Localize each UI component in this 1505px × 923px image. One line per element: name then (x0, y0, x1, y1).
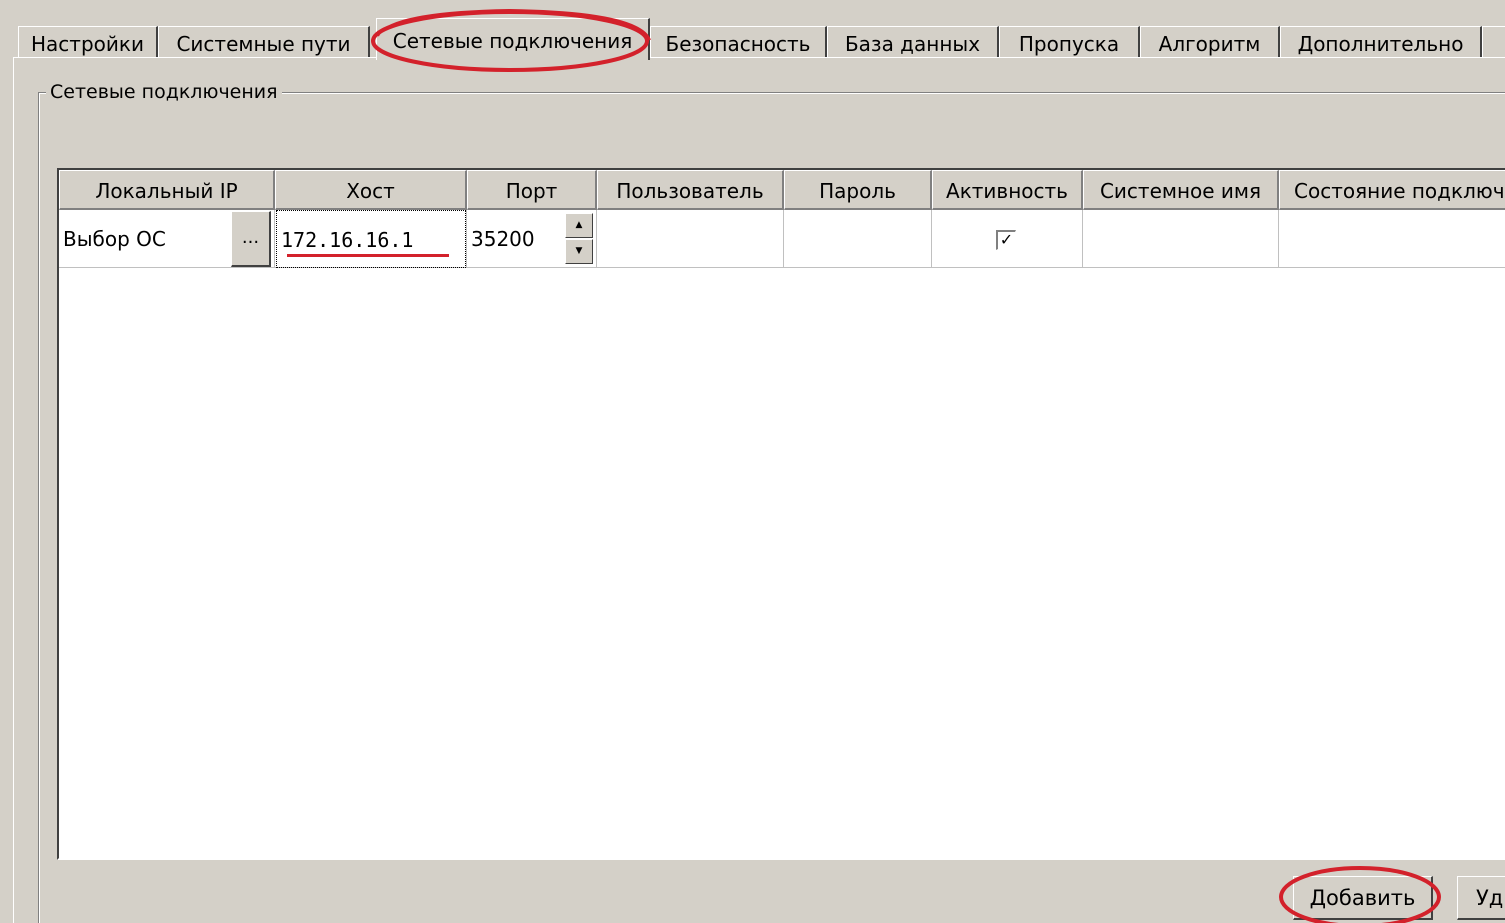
column-header-user[interactable]: Пользователь (597, 170, 784, 210)
delete-button[interactable]: Уд (1457, 876, 1505, 920)
port-value: 35200 (471, 227, 535, 251)
column-header-connection-state[interactable]: Состояние подключе (1279, 170, 1505, 210)
local-ip-browse-button[interactable]: ... (231, 211, 271, 267)
host-input[interactable]: 172.16.16.1 (276, 210, 466, 268)
tab-algorithm[interactable]: Алгоритм (1140, 26, 1280, 58)
cell-system-name[interactable] (1083, 210, 1279, 268)
add-button[interactable]: Добавить (1293, 876, 1433, 920)
tab-strip-baseline (13, 57, 1505, 58)
spin-down-arrow-icon[interactable]: ▼ (565, 239, 593, 264)
column-header-local-ip[interactable]: Локальный IP (59, 170, 275, 210)
tab-settings[interactable]: Настройки (18, 26, 158, 58)
cell-user[interactable] (597, 210, 784, 268)
tab-additional[interactable]: Дополнительно (1280, 26, 1482, 58)
port-spinner[interactable]: ▲ ▼ (565, 213, 593, 265)
tab-panel-border (13, 57, 14, 923)
tab-passes[interactable]: Пропуска (999, 26, 1140, 58)
cell-connection-state[interactable] (1279, 210, 1505, 268)
cell-password[interactable] (784, 210, 932, 268)
column-header-system-name[interactable]: Системное имя (1083, 170, 1279, 210)
host-annotation-underline (287, 254, 449, 257)
tab-overflow[interactable] (1482, 26, 1505, 58)
settings-window: Настройки Системные пути Сетевые подключ… (0, 0, 1505, 923)
local-ip-value: Выбор ОС (63, 227, 166, 251)
connections-grid[interactable]: Локальный IP Хост Порт Пользователь Паро… (57, 168, 1505, 860)
column-header-port[interactable]: Порт (467, 170, 597, 210)
activity-checkbox[interactable]: ✓ (996, 230, 1016, 250)
column-header-host[interactable]: Хост (275, 170, 467, 210)
groupbox-title: Сетевые подключения (46, 80, 282, 104)
column-header-activity[interactable]: Активность (932, 170, 1083, 210)
checkmark-icon: ✓ (999, 230, 1014, 249)
tab-system-paths[interactable]: Системные пути (158, 26, 370, 58)
tab-database[interactable]: База данных (827, 26, 999, 58)
tab-network-connections[interactable]: Сетевые подключения (376, 18, 650, 60)
column-header-password[interactable]: Пароль (784, 170, 932, 210)
tab-security[interactable]: Безопасность (650, 26, 827, 58)
spin-up-arrow-icon[interactable]: ▲ (565, 213, 593, 238)
